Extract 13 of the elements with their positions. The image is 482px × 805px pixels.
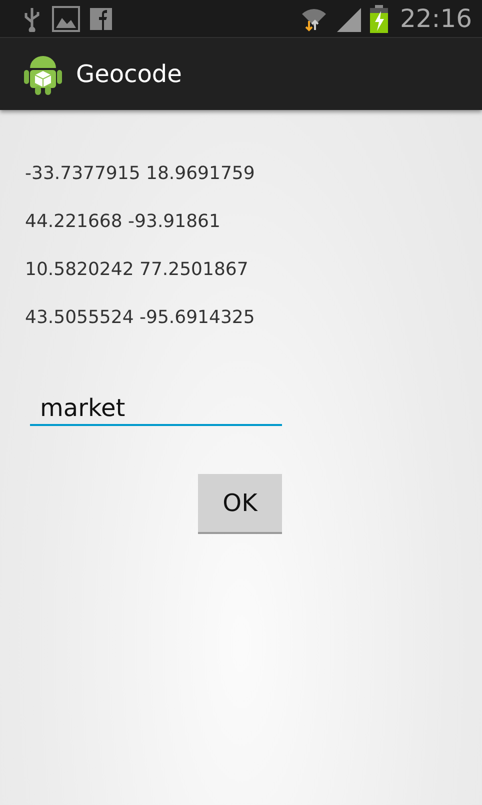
battery-charging-icon bbox=[370, 4, 388, 32]
app-title: Geocode bbox=[76, 60, 182, 88]
signal-icon bbox=[336, 6, 362, 32]
text-input-field[interactable]: market bbox=[30, 394, 282, 426]
image-icon bbox=[52, 6, 80, 32]
usb-icon bbox=[22, 6, 42, 32]
coordinates-text: 43.5055524 -95.6914325 bbox=[25, 306, 256, 330]
coordinates-text: -33.7377915 18.9691759 bbox=[25, 162, 256, 186]
facebook-icon bbox=[90, 8, 112, 30]
coordinates-text: 10.5820242 77.2501867 bbox=[25, 258, 250, 282]
coordinates-text: 44.221668 -93.91861 bbox=[25, 210, 222, 234]
ok-button[interactable]: OK bbox=[198, 474, 282, 534]
clock-time: 22:16 bbox=[400, 4, 472, 33]
